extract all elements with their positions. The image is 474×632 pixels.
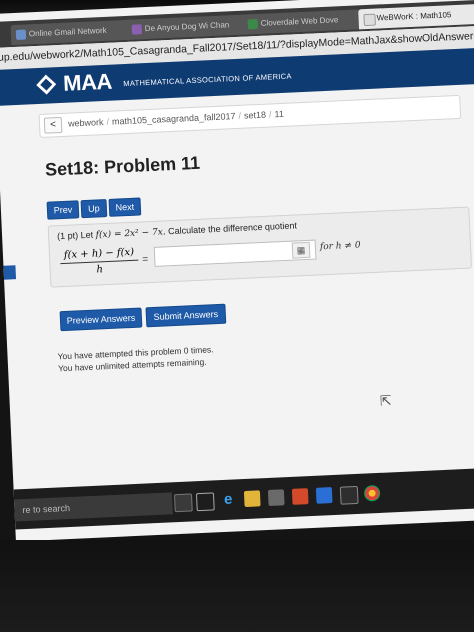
- store-icon[interactable]: [267, 489, 285, 506]
- equals-sign: =: [142, 254, 149, 266]
- tab-label: Online Gmail Network: [28, 25, 107, 39]
- quotient-denominator: h: [96, 264, 104, 276]
- tab-label: De Anyou Dog Wi Chan: [144, 20, 230, 34]
- tab-label: WeBWorK : Math105: [376, 10, 452, 23]
- edge-icon[interactable]: e: [220, 491, 237, 508]
- preview-answers-button[interactable]: Preview Answers: [59, 307, 143, 332]
- file-explorer-icon[interactable]: [243, 490, 261, 508]
- breadcrumb-link-course[interactable]: math105_casagranda_fall2017: [112, 111, 236, 127]
- condition-text: for h ≠ 0: [319, 240, 361, 253]
- task-view-icon[interactable]: [195, 492, 215, 512]
- tab-favicon-icon: [247, 18, 258, 30]
- app-icon-red[interactable]: [291, 488, 309, 505]
- page-icon: [363, 13, 376, 27]
- problem-box: (1 pt) Let f(x) = 2x² − 7x. Calculate th…: [47, 206, 473, 288]
- breadcrumb: < webwork / math105_casagranda_fall2017/se…: [38, 94, 462, 138]
- tab-label: Cloverdale Web Dove: [260, 15, 339, 28]
- app-icon-dark[interactable]: [339, 485, 359, 505]
- back-chevron-icon[interactable]: <: [43, 116, 63, 134]
- monitor-bezel-bottom: [0, 540, 474, 632]
- maa-logo-text: MAA: [62, 68, 113, 96]
- next-button[interactable]: Next: [108, 197, 142, 217]
- equation-editor-grid-icon[interactable]: ▦: [291, 241, 311, 259]
- maa-subtitle: MATHEMATICAL ASSOCIATION OF AMERICA: [123, 71, 292, 89]
- prev-button[interactable]: Prev: [46, 200, 80, 220]
- problem-instruction: Calculate the difference quotient: [167, 220, 298, 237]
- breadcrumb-items: webwork / math105_casagranda_fall2017/set1…: [67, 108, 285, 129]
- mouse-pointer-icon: ⇱: [379, 392, 393, 409]
- difference-quotient: f(x + h) − f(x) h: [59, 246, 139, 278]
- screen: Online Gmail Network De Anyou Dog Wi Cha…: [0, 0, 474, 542]
- tab-favicon-icon: [131, 24, 143, 35]
- page-title: Set18: Problem 11: [44, 152, 201, 180]
- problem-statement: (1 pt) Let f(x) = 2x² − 7x. Calculate th…: [57, 220, 297, 242]
- microphone-icon[interactable]: [173, 493, 193, 513]
- maa-logo-icon: [36, 74, 57, 95]
- breadcrumb-current-problem: 11: [274, 108, 285, 120]
- side-tab[interactable]: [3, 265, 17, 280]
- windows-taskbar: re to search e: [13, 466, 474, 530]
- browser-tab-active[interactable]: WeBWorK : Math105: [358, 3, 474, 30]
- app-icon-blue[interactable]: [315, 487, 333, 504]
- breadcrumb-link-webwork[interactable]: webwork: [68, 117, 104, 129]
- breadcrumb-link-set[interactable]: set18: [244, 110, 266, 121]
- tab-favicon-icon: [15, 29, 27, 40]
- up-button[interactable]: Up: [80, 198, 108, 219]
- points-label: (1 pt) Let: [56, 229, 94, 242]
- chrome-icon[interactable]: [363, 484, 381, 502]
- taskbar-search-box[interactable]: re to search: [14, 492, 173, 522]
- submit-answers-button[interactable]: Submit Answers: [145, 303, 227, 328]
- function-expression: f(x) = 2x² − 7x.: [95, 227, 166, 241]
